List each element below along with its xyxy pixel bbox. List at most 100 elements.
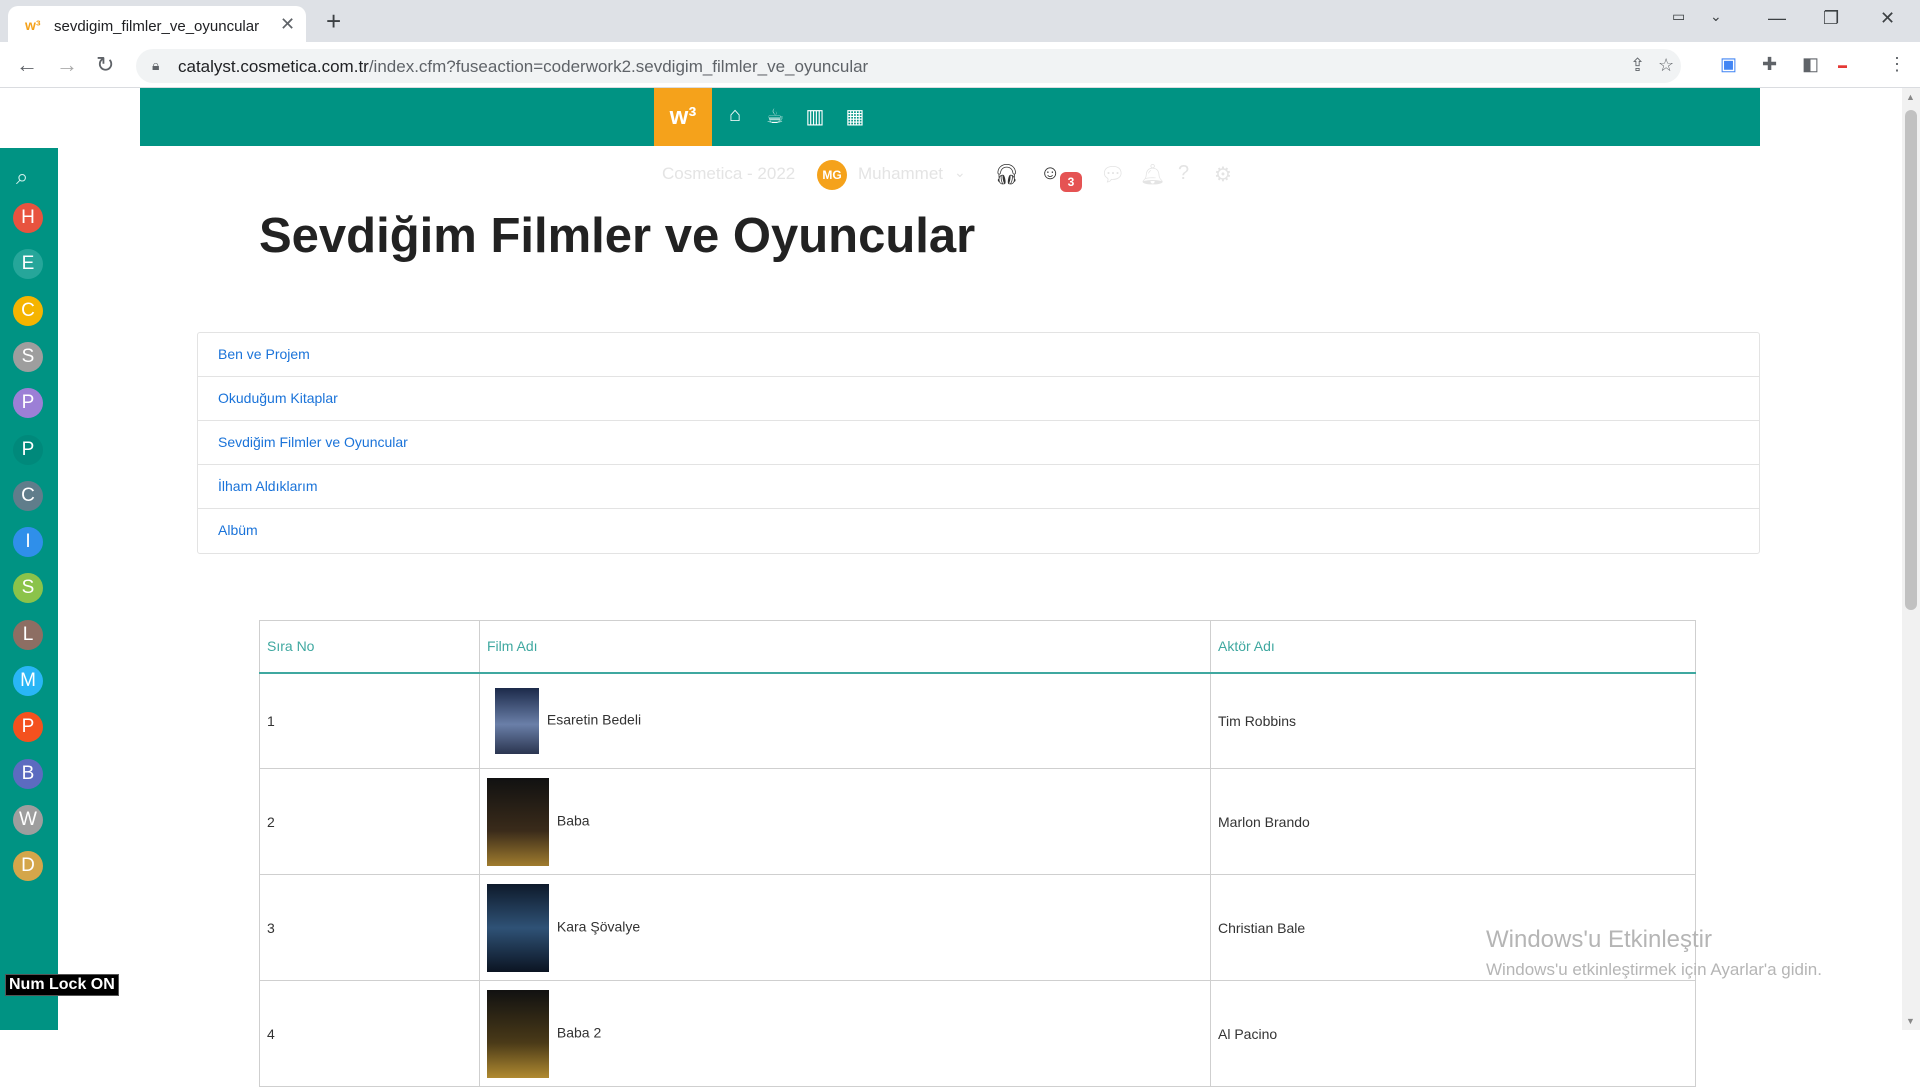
app-topbar: w³ ⌂ ☕︎ ▥ ▦ xyxy=(140,88,1760,146)
sidebar-app-item[interactable]: D xyxy=(13,851,43,882)
logo[interactable]: w³ xyxy=(654,88,712,146)
url-text: catalyst.cosmetica.com.tr/index.cfm?fuse… xyxy=(178,57,868,77)
forward-icon[interactable]: → xyxy=(56,52,78,78)
chevron-down-icon[interactable]: ⌄ xyxy=(1710,8,1722,25)
bell-icon[interactable]: 🔔︎ xyxy=(1140,162,1165,187)
poster-image xyxy=(495,687,539,754)
translate-icon[interactable]: ▣ xyxy=(1720,54,1737,75)
sidebar-app-item[interactable]: W xyxy=(13,804,43,835)
url-host: catalyst.cosmetica.com.tr xyxy=(178,57,369,76)
tab-title: sevdigim_filmler_ve_oyuncular xyxy=(54,18,260,35)
sidebar: ⌕ HECSPPCISLMPBWD xyxy=(0,148,58,1030)
cell-actor: Al Pacino xyxy=(1210,980,1696,1087)
film-name: Baba xyxy=(556,812,590,829)
sidebar-app-item[interactable]: C xyxy=(13,295,43,326)
star-icon[interactable]: ☆ xyxy=(1658,55,1674,76)
coffee-icon[interactable]: ☕︎ xyxy=(762,104,788,130)
page-title: Sevdiğim Filmler ve Oyuncular xyxy=(259,209,976,263)
sidebar-app-item[interactable]: I xyxy=(13,527,43,558)
new-tab-icon[interactable]: + xyxy=(326,6,341,37)
profile-icon[interactable]: ▬ xyxy=(1838,60,1847,70)
table-row: 2 Baba Marlon Brando xyxy=(259,768,1696,875)
sidebar-app-item[interactable]: P xyxy=(13,712,43,743)
poster-image xyxy=(487,989,549,1078)
header-aktor-adi[interactable]: Aktör Adı xyxy=(1210,620,1696,674)
film-name: Baba 2 xyxy=(556,1024,602,1041)
header-sira-no[interactable]: Sıra No xyxy=(259,620,480,674)
cell-actor: Tim Robbins xyxy=(1210,672,1696,769)
reload-icon[interactable]: ↻ xyxy=(96,52,114,78)
table-row: 3 Kara Şövalye Christian Bale xyxy=(259,874,1696,981)
lock-icon[interactable]: 🔒︎ xyxy=(152,57,159,74)
sidebar-app-item[interactable]: B xyxy=(13,758,43,789)
poster-image xyxy=(487,777,549,866)
cell-no: 1 xyxy=(259,672,480,769)
scrollbar-thumb[interactable] xyxy=(1905,110,1917,610)
side-panel-icon[interactable]: ◧ xyxy=(1802,54,1819,75)
table-header-row: Sıra No Film Adı Aktör Adı xyxy=(259,620,1696,674)
headset-icon[interactable]: 🎧︎ xyxy=(994,162,1019,187)
cell-actor: Marlon Brando xyxy=(1210,768,1696,875)
browser-tab[interactable]: w³ sevdigim_filmler_ve_oyuncular ✕ xyxy=(8,6,306,42)
menu-item-ben-ve-projem[interactable]: Ben ve Projem xyxy=(198,333,1759,377)
browser-tab-bar: w³ sevdigim_filmler_ve_oyuncular ✕ + ▭ ⌄… xyxy=(0,0,1920,42)
scroll-up-icon[interactable]: ▲ xyxy=(1906,92,1915,102)
cell-film: Baba 2 xyxy=(479,980,1211,1087)
cell-film: Kara Şövalye xyxy=(479,874,1211,981)
sidebar-app-item[interactable]: P xyxy=(13,388,43,419)
section-menu: Ben ve Projem Okuduğum Kitaplar Sevdiğim… xyxy=(197,332,1760,554)
vertical-scrollbar[interactable]: ▲ ▼ xyxy=(1902,88,1920,1030)
restore-icon[interactable]: ❐ xyxy=(1823,8,1839,29)
sidebar-app-item[interactable]: H xyxy=(13,203,43,233)
smiley-icon[interactable]: ☺ xyxy=(1040,162,1060,185)
sidebar-app-item[interactable]: L xyxy=(13,619,43,650)
sidebar-app-item[interactable]: P xyxy=(13,434,43,465)
cell-film: Baba xyxy=(479,768,1211,875)
extensions-icon[interactable]: ✚ xyxy=(1762,54,1777,75)
film-name: Esaretin Bedeli xyxy=(546,711,642,728)
menu-item-sevdigim-filmler[interactable]: Sevdiğim Filmler ve Oyuncular xyxy=(198,421,1759,465)
table-row: 4 Baba 2 Al Pacino xyxy=(259,980,1696,1087)
numlock-indicator: Num Lock ON xyxy=(5,974,119,996)
chat-icon[interactable]: 💬︎ xyxy=(1100,162,1125,187)
company-label[interactable]: Cosmetica - 2022 xyxy=(662,164,795,184)
sidebar-app-item[interactable]: S xyxy=(13,341,43,372)
sidebar-app-item[interactable]: C xyxy=(13,480,43,511)
user-bar: Cosmetica - 2022 MG Muhammet ⌄ 🎧︎ ☺ 3 💬︎… xyxy=(660,158,1260,192)
activation-watermark-title: Windows'u Etkinleştir xyxy=(1486,926,1712,953)
table-row: 1 Esaretin Bedeli Tim Robbins xyxy=(259,672,1696,769)
menu-item-album[interactable]: Albüm xyxy=(198,509,1759,553)
gear-icon[interactable]: ⚙ xyxy=(1214,162,1232,187)
calendar-icon[interactable]: ▦ xyxy=(842,104,868,130)
home-icon[interactable]: ⌂ xyxy=(722,104,748,130)
sidebar-app-item[interactable]: S xyxy=(13,573,43,604)
menu-item-ilham-aldiklarim[interactable]: İlham Aldıklarım xyxy=(198,465,1759,509)
back-icon[interactable]: ← xyxy=(16,52,38,78)
activation-watermark-subtitle: Windows'u etkinleştirmek için Ayarlar'a … xyxy=(1486,960,1822,979)
poster-image xyxy=(487,883,549,972)
close-window-icon[interactable]: ✕ xyxy=(1880,8,1895,29)
username[interactable]: Muhammet xyxy=(858,164,943,184)
tab-favicon-icon: w³ xyxy=(25,17,41,33)
menu-item-okudugum-kitaplar[interactable]: Okuduğum Kitaplar xyxy=(198,377,1759,421)
sidebar-app-item[interactable]: E xyxy=(13,249,43,280)
sidebar-app-item[interactable]: M xyxy=(13,666,43,696)
header-film-adi[interactable]: Film Adı xyxy=(479,620,1211,674)
url-path: /index.cfm?fuseaction=coderwork2.sevdigi… xyxy=(368,57,869,76)
menu-dots-icon[interactable]: ⋮ xyxy=(1888,54,1906,75)
scroll-down-icon[interactable]: ▼ xyxy=(1906,1016,1915,1026)
tab-close-icon[interactable]: ✕ xyxy=(280,14,295,35)
cell-film: Esaretin Bedeli xyxy=(479,672,1211,769)
search-icon[interactable]: ⌕ xyxy=(16,164,28,190)
film-name: Kara Şövalye xyxy=(556,918,641,935)
avatar[interactable]: MG xyxy=(817,160,847,190)
share-icon[interactable]: ⇪ xyxy=(1630,55,1645,76)
chevron-down-icon[interactable]: ⌄ xyxy=(954,164,966,181)
chart-icon[interactable]: ▥ xyxy=(802,104,828,130)
help-icon[interactable]: ? xyxy=(1178,162,1189,185)
url-input[interactable]: 🔒︎ catalyst.cosmetica.com.tr/index.cfm?f… xyxy=(136,49,1681,83)
film-table: Sıra No Film Adı Aktör Adı 1 Esaretin Be… xyxy=(259,620,1696,1087)
address-bar-row: ← → ↻ 🔒︎ catalyst.cosmetica.com.tr/index… xyxy=(0,42,1920,88)
minimize-icon[interactable]: — xyxy=(1768,8,1786,29)
tab-search-icon[interactable]: ▭ xyxy=(1672,8,1685,25)
